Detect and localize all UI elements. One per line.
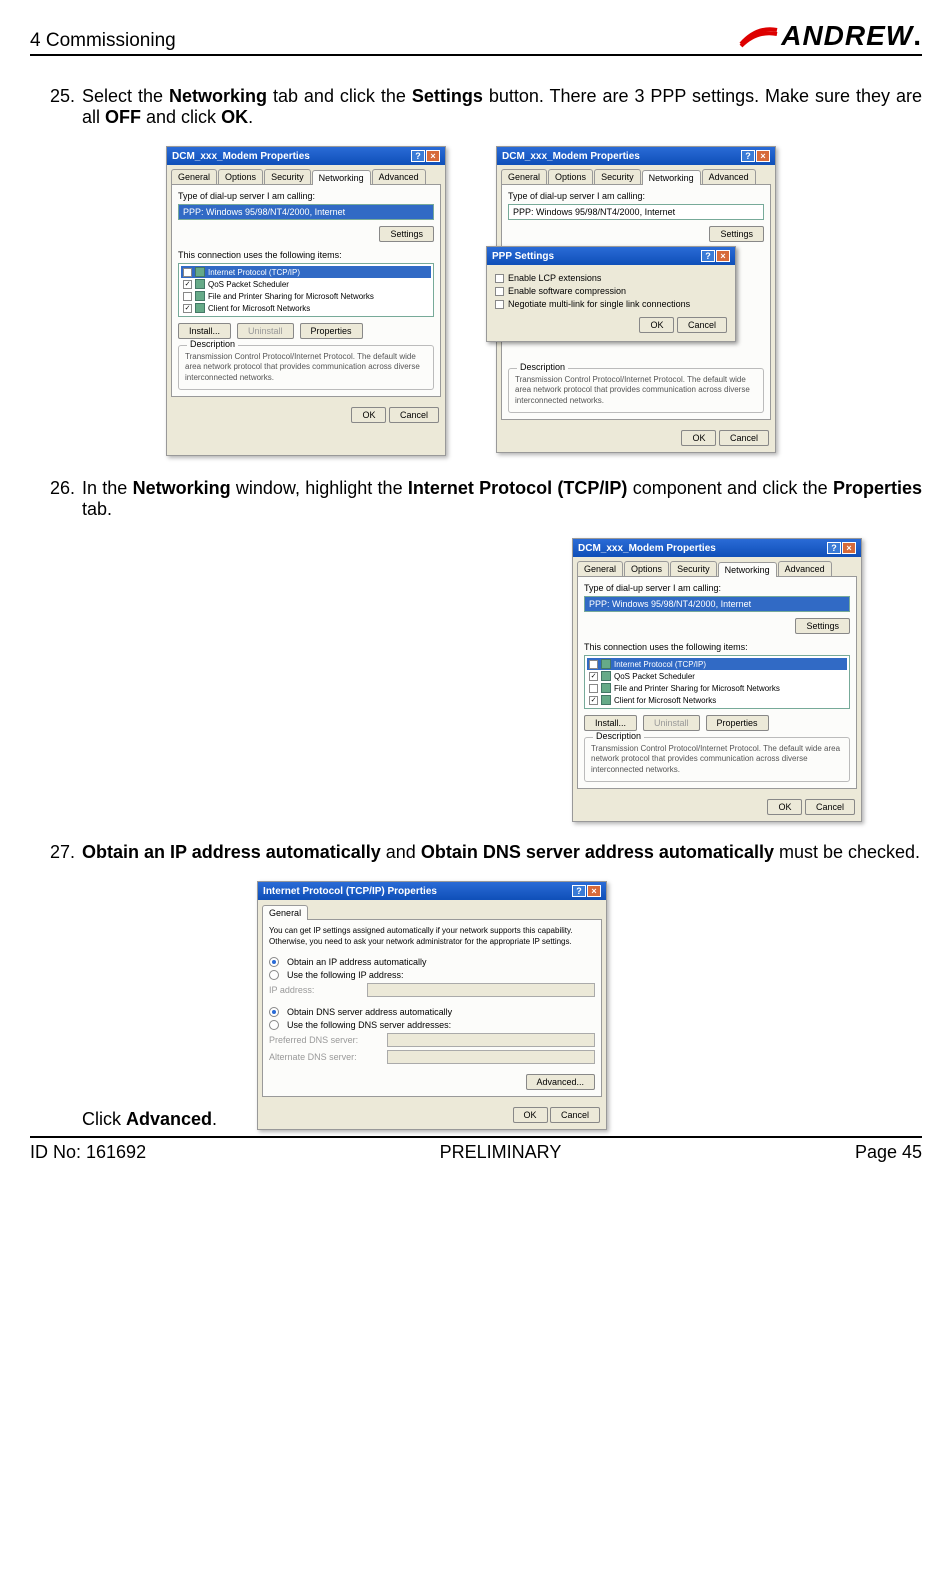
- ppp-ok-button[interactable]: OK: [639, 317, 674, 333]
- tab-advanced[interactable]: Advanced: [372, 169, 426, 184]
- tcpip-cancel-button[interactable]: Cancel: [550, 1107, 600, 1123]
- use-dns-radio[interactable]: [269, 1020, 279, 1030]
- andrew-swoosh-icon: [739, 24, 779, 48]
- properties-button-26[interactable]: Properties: [706, 715, 769, 731]
- step-26: 26. In the Networking window, highlight …: [50, 478, 922, 520]
- footer-rule: [30, 1136, 922, 1138]
- swcomp-checkbox[interactable]: [495, 287, 504, 296]
- use-ip-radio[interactable]: [269, 970, 279, 980]
- page-header: 4 Commissioning ANDREW.: [30, 20, 922, 56]
- screenshot-26: DCM_xxx_Modem Properties?× General Optio…: [30, 538, 862, 822]
- ok-button[interactable]: OK: [351, 407, 386, 423]
- dialup-type-combo[interactable]: PPP: Windows 95/98/NT4/2000, Internet: [178, 204, 434, 220]
- modem-properties-with-ppp: DCM_xxx_Modem Properties?× General Optio…: [486, 146, 786, 456]
- step-25: 25. Select the Networking tab and click …: [50, 86, 922, 128]
- step-27: 27. Obtain an IP address automatically a…: [50, 842, 922, 863]
- modem-properties-dialog: DCM_xxx_Modem Properties ?× General Opti…: [166, 146, 446, 456]
- cancel-button[interactable]: Cancel: [389, 407, 439, 423]
- doc-status: PRELIMINARY: [440, 1142, 562, 1163]
- chapter-title: 4 Commissioning: [30, 30, 176, 52]
- properties-button[interactable]: Properties: [300, 323, 363, 339]
- lcp-checkbox[interactable]: [495, 274, 504, 283]
- ppp-cancel-button[interactable]: Cancel: [677, 317, 727, 333]
- brand-logo: ANDREW.: [739, 20, 922, 52]
- tab-security[interactable]: Security: [264, 169, 311, 184]
- tcpip-tab-general[interactable]: General: [262, 905, 308, 920]
- tab-general[interactable]: General: [171, 169, 217, 184]
- preferred-dns-input: [387, 1033, 595, 1047]
- settings-button[interactable]: Settings: [379, 226, 434, 242]
- dialog-titlebar[interactable]: DCM_xxx_Modem Properties ?×: [167, 147, 445, 165]
- obtain-ip-auto-radio[interactable]: [269, 957, 279, 967]
- click-advanced-text: Click Advanced.: [82, 1109, 217, 1130]
- page-footer: ID No: 161692 PRELIMINARY Page 45: [30, 1142, 922, 1163]
- ip-address-input: [367, 983, 595, 997]
- close-icon[interactable]: ×: [426, 150, 440, 162]
- install-button[interactable]: Install...: [178, 323, 231, 339]
- advanced-button[interactable]: Advanced...: [526, 1074, 596, 1090]
- ppp-settings-dialog: PPP Settings?× Enable LCP extensions Ena…: [486, 246, 736, 342]
- obtain-dns-auto-radio[interactable]: [269, 1007, 279, 1017]
- multilink-checkbox[interactable]: [495, 300, 504, 309]
- help-icon[interactable]: ?: [411, 150, 425, 162]
- screenshot-row-25: DCM_xxx_Modem Properties ?× General Opti…: [30, 146, 922, 456]
- tcpip-ok-button[interactable]: OK: [513, 1107, 548, 1123]
- uninstall-button: Uninstall: [237, 323, 294, 339]
- tcpip-properties-dialog: Internet Protocol (TCP/IP) Properties?× …: [257, 881, 607, 1130]
- page-number: Page 45: [855, 1142, 922, 1163]
- tab-options[interactable]: Options: [218, 169, 263, 184]
- tab-networking[interactable]: Networking: [312, 170, 371, 185]
- alternate-dns-input: [387, 1050, 595, 1064]
- components-list[interactable]: Internet Protocol (TCP/IP) QoS Packet Sc…: [178, 263, 434, 317]
- doc-id: ID No: 161692: [30, 1142, 146, 1163]
